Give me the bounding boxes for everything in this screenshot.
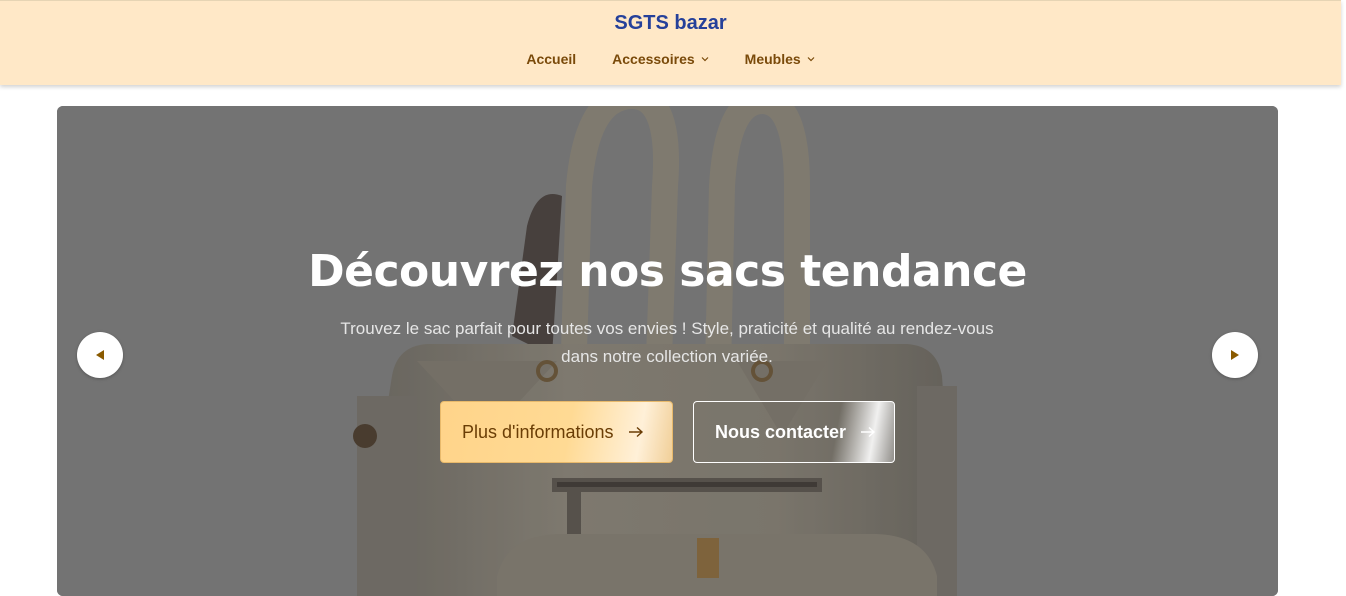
nav-item-label: Accessoires (612, 51, 695, 67)
nav-item-accessoires[interactable]: Accessoires (612, 51, 709, 67)
more-info-button[interactable]: Plus d'informations (440, 401, 673, 463)
arrow-right-icon (628, 426, 643, 438)
caret-left-icon (96, 350, 104, 360)
contact-label: Nous contacter (715, 421, 847, 442)
chevron-down-icon (701, 57, 709, 62)
nav-item-label: Meubles (744, 51, 801, 67)
hero-subtitle: Trouvez le sac parfait pour toutes vos e… (340, 319, 994, 366)
nav-item-meubles[interactable]: Meubles (745, 51, 815, 67)
hero-title: Découvrez nos sacs tendance (308, 246, 1027, 297)
carousel-prev-button[interactable] (77, 332, 123, 378)
contact-button[interactable]: Nous contacter (693, 401, 895, 463)
arrow-right-icon (861, 426, 876, 438)
caret-right-icon (1231, 350, 1239, 360)
nav-item-label: Accueil (526, 51, 577, 67)
main-nav: Accueil Accessoires Meubles (0, 51, 1341, 67)
carousel-next-button[interactable] (1212, 332, 1258, 378)
brand-logo[interactable]: SGTS bazar (0, 12, 1341, 35)
more-info-label: Plus d'informations (462, 421, 614, 442)
hero-carousel: Découvrez nos sacs tendance Trouvez le s… (57, 106, 1278, 596)
chevron-down-icon (807, 57, 815, 62)
site-header: SGTS bazar Accueil Accessoires Meubles (0, 0, 1341, 85)
nav-item-accueil[interactable]: Accueil (526, 51, 576, 67)
